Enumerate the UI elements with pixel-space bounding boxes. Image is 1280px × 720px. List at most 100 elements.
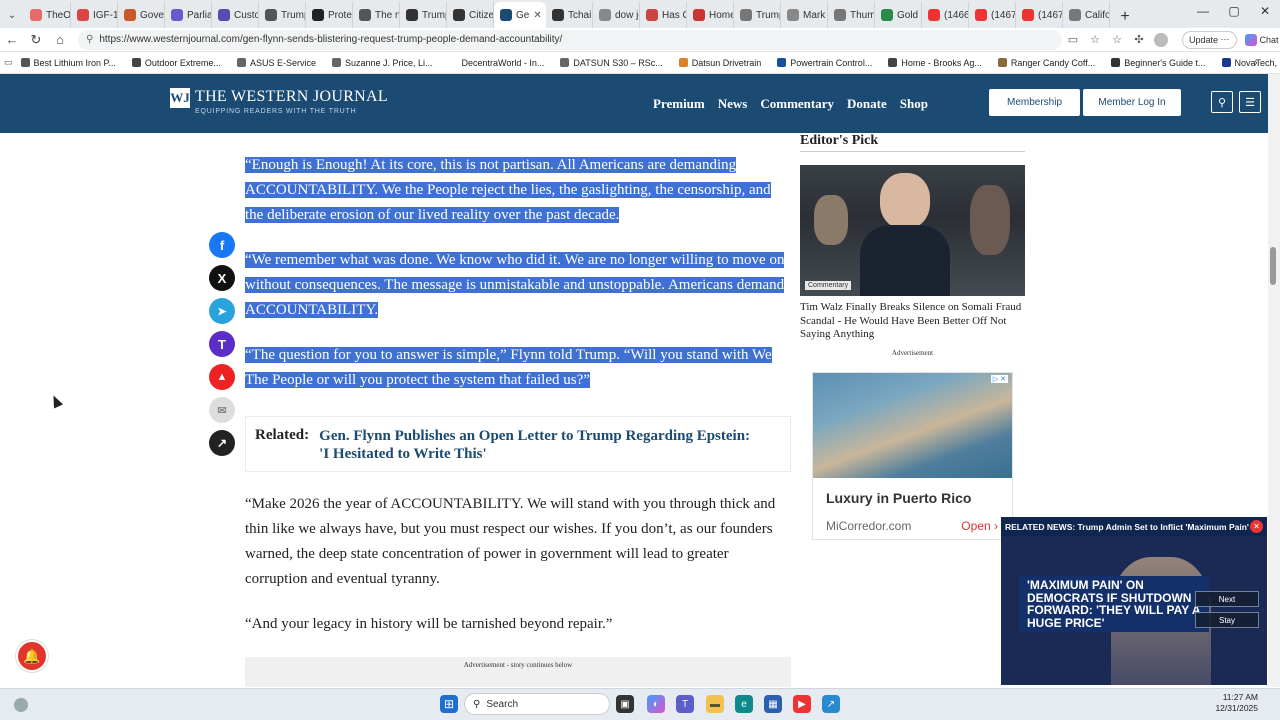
extensions-icon[interactable]: ✣ [1128,33,1150,46]
tab-search-icon[interactable]: ⌄ [0,2,24,28]
bookmark-item[interactable]: NovaTech, LTD - Si... [1214,58,1280,68]
browser-tab[interactable]: Thumb [828,2,875,28]
browser-tab[interactable]: Tchaiko [546,2,593,28]
bookmark-item[interactable]: DATSUN S30 – RSc... [552,58,670,68]
video-stay-button[interactable]: Stay [1195,612,1259,628]
browser-tab[interactable]: (14675 [1016,2,1063,28]
browser-tab[interactable]: Gold a [875,2,922,28]
update-button[interactable]: Update ⋯ [1182,30,1237,49]
profile-avatar[interactable] [1150,32,1172,47]
bookmark-item[interactable]: Powertrain Control... [769,58,880,68]
facebook-icon[interactable]: f [209,232,235,258]
browser-tab[interactable]: TheOn [24,2,71,28]
page-scrollbar[interactable] [1268,74,1280,687]
minimize-icon[interactable]: — [1190,4,1216,18]
bookmark-item[interactable]: Beginner's Guide t... [1103,58,1213,68]
reader-icon[interactable]: ▭ [1062,33,1084,46]
membership-button[interactable]: Membership [989,89,1080,116]
copilot-taskbar-icon[interactable]: ◐ [647,695,665,713]
bookmark-item[interactable]: ASUS E-Service [229,58,324,68]
bookmark-item[interactable]: Suzanne J. Price, Li... [324,58,441,68]
reload-icon[interactable]: ↻ [24,32,48,48]
x-twitter-icon[interactable]: X [209,265,235,291]
editors-pick-image[interactable]: Commentary [800,165,1025,296]
browser-tab[interactable]: Protest [306,2,353,28]
sidebar-toggle-icon[interactable]: ▭ [4,57,13,68]
truth-social-icon[interactable]: T [209,331,235,357]
member-login-button[interactable]: Member Log In [1083,89,1181,116]
bookmark-item[interactable]: Home - Brooks Ag... [880,58,990,68]
windows-start-icon[interactable]: ⊞ [440,695,458,713]
editors-pick-title[interactable]: Tim Walz Finally Breaks Silence on Somal… [800,301,1025,342]
nav-shop[interactable]: Shop [900,96,928,112]
related-box: Related: Gen. Flynn Publishes an Open Le… [245,416,791,472]
gettr-icon[interactable]: ▲ [209,364,235,390]
notification-bell-icon[interactable]: 🔔 [16,640,48,672]
scrollbar-thumb[interactable] [1270,247,1276,285]
browser-tab[interactable]: Home [687,2,734,28]
browser-tab[interactable]: Custon [212,2,259,28]
favorite-star-icon[interactable]: ☆ [1084,33,1106,46]
bookmark-item[interactable]: DecentraWorld - In... [441,58,553,68]
back-icon[interactable]: ← [0,32,24,47]
edge-icon[interactable]: e [735,695,753,713]
browser-tab[interactable]: Mark Z [781,2,828,28]
bookmark-favicon-icon [1111,58,1121,67]
youtube-icon[interactable]: ▶ [793,695,811,713]
share-icon[interactable]: ↗ [209,430,235,456]
telegram-icon[interactable]: ➤ [209,298,235,324]
browser-tab[interactable]: Califor [1063,2,1110,28]
tab-close-icon[interactable]: ✕ [533,10,541,21]
browser-tab[interactable]: Parliam [165,2,212,28]
bookmarks-more-icon[interactable]: › [1254,57,1258,69]
bookmark-item[interactable]: Best Lithium Iron P... [13,58,124,68]
video-close-icon[interactable]: ✕ [1250,520,1263,533]
taskbar-search[interactable]: ⚲ Search [464,693,610,715]
browser-tab[interactable]: IGF-1-E [71,2,118,28]
related-link[interactable]: Gen. Flynn Publishes an Open Letter to T… [319,427,759,471]
nav-commentary[interactable]: Commentary [760,96,834,112]
taskbar-clock[interactable]: 11:27 AM 12/31/2025 [1215,692,1258,714]
bookmark-item[interactable]: Ranger Candy Coff... [990,58,1103,68]
nav-donate[interactable]: Donate [847,96,887,112]
nav-news[interactable]: News [718,96,748,112]
search-icon[interactable]: ⚲ [1211,91,1233,113]
browser-tab[interactable]: (14675 [969,2,1016,28]
browser-tab[interactable]: Citizen [447,2,494,28]
app-icon[interactable]: ↗ [822,695,840,713]
file-explorer-icon[interactable]: ▬ [706,695,724,713]
teams-icon[interactable]: T [676,695,694,713]
browser-tab[interactable]: Trump [259,2,306,28]
browser-tab[interactable]: Govern [118,2,165,28]
ad-open-button[interactable]: Open › [961,519,998,533]
favorites-icon[interactable]: ☆ [1106,33,1128,46]
bookmark-item[interactable]: Datsun Drivetrain [671,58,770,68]
nav-premium[interactable]: Premium [653,96,705,112]
background-person [814,195,848,245]
url-field[interactable]: ⚲ https://www.westernjournal.com/gen-fly… [78,29,1062,50]
browser-tab[interactable]: Ge ✕ [494,2,546,28]
menu-icon[interactable]: ☰ [1239,91,1261,113]
video-player[interactable]: RELATED NEWS: Trump Admin Set to Inflict… [1001,517,1267,685]
store-icon[interactable]: ▦ [764,695,782,713]
home-icon[interactable]: ⌂ [48,32,72,47]
site-logo[interactable]: WJ THE WESTERN JOURNAL EQUIPPING READERS… [170,88,388,115]
browser-tab[interactable]: dow jo [593,2,640,28]
task-view-icon[interactable]: ▣ [616,695,634,713]
widgets-icon[interactable] [14,697,28,712]
video-next-button[interactable]: Next [1195,591,1259,607]
close-window-icon[interactable]: ✕ [1252,4,1278,18]
ad-card[interactable]: ▷ ✕ Luxury in Puerto Rico MiCorredor.com… [812,372,1013,540]
chat-button[interactable]: Chat [1244,33,1279,46]
new-tab-button[interactable]: + [1114,6,1136,28]
email-icon[interactable]: ✉ [209,397,235,423]
browser-tab[interactable]: Trump [400,2,447,28]
browser-tab[interactable]: The ne [353,2,400,28]
adchoices-icon[interactable]: ▷ ✕ [990,375,1008,383]
bookmark-item[interactable]: Outdoor Extreme... [124,58,229,68]
site-info-icon[interactable]: ⚲ [86,34,93,45]
browser-tab[interactable]: Has Oi [640,2,687,28]
browser-tab[interactable]: Trump [734,2,781,28]
maximize-icon[interactable]: ▢ [1221,4,1247,18]
browser-tab[interactable]: (14665 [922,2,969,28]
